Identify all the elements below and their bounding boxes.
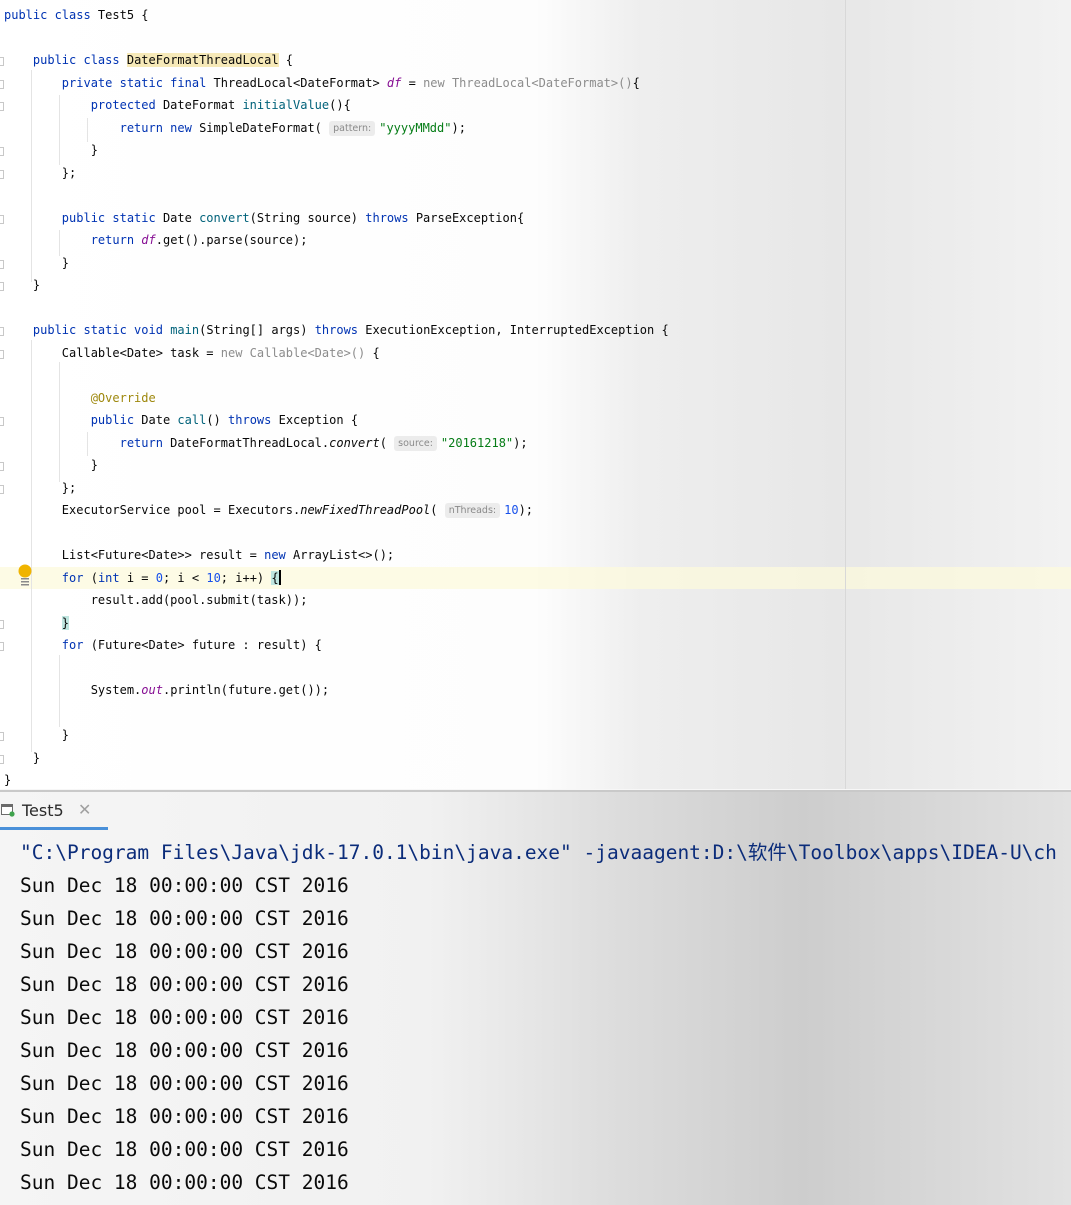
code-line[interactable]: result.add(pool.submit(task)); [4,589,308,611]
code-line[interactable]: System.out.println(future.get()); [4,679,329,701]
console-line: Sun Dec 18 00:00:00 CST 2016 [20,1039,349,1062]
run-tab[interactable]: Test5 ✕ [0,792,108,830]
code-editor[interactable]: public class Test5 { public class DateFo… [0,0,1071,789]
console-output[interactable]: "C:\Program Files\Java\jdk-17.0.1\bin\ja… [20,836,1071,1199]
code-line[interactable]: } [4,747,40,769]
code-line[interactable]: private static final ThreadLocal<DateFor… [4,72,640,94]
code-line[interactable]: public Date call() throws Exception { [4,409,358,431]
code-line[interactable]: } [4,454,98,476]
console-command-line: "C:\Program Files\Java\jdk-17.0.1\bin\ja… [20,841,1057,864]
console-line: Sun Dec 18 00:00:00 CST 2016 [20,973,349,996]
console-line: Sun Dec 18 00:00:00 CST 2016 [20,907,349,930]
code-line[interactable]: return new SimpleDateFormat( pattern: "yy… [4,117,466,139]
console-line: Sun Dec 18 00:00:00 CST 2016 [20,940,349,963]
console-line: Sun Dec 18 00:00:00 CST 2016 [20,1171,349,1194]
console-line: Sun Dec 18 00:00:00 CST 2016 [20,874,349,897]
code-line[interactable]: public class Test5 { [4,4,149,26]
run-config-icon [1,804,15,817]
code-line[interactable]: } [4,139,98,161]
code-line[interactable]: } [4,724,69,746]
code-line[interactable]: public static Date convert(String source… [4,207,524,229]
code-line[interactable]: for (int i = 0; i < 10; i++) { [4,567,281,589]
code-line[interactable]: for (Future<Date> future : result) { [4,634,322,656]
console-line: Sun Dec 18 00:00:00 CST 2016 [20,1006,349,1029]
right-margin-guide [845,0,846,789]
code-line[interactable]: Callable<Date> task = new Callable<Date>… [4,342,380,364]
run-tool-window[interactable]: Test5 ✕ "C:\Program Files\Java\jdk-17.0.… [0,790,1071,1205]
code-line[interactable]: } [4,252,69,274]
code-line[interactable]: public class DateFormatThreadLocal { [4,49,293,71]
code-line[interactable]: ExecutorService pool = Executors.newFixe… [4,499,533,521]
console-line: Sun Dec 18 00:00:00 CST 2016 [20,1072,349,1095]
code-line[interactable]: return DateFormatThreadLocal.convert( so… [4,432,528,454]
code-line[interactable]: }; [4,162,76,184]
code-line[interactable]: } [4,612,70,634]
console-line: Sun Dec 18 00:00:00 CST 2016 [20,1138,349,1161]
code-line[interactable]: public static void main(String[] args) t… [4,319,669,341]
code-line[interactable]: }; [4,477,76,499]
code-line[interactable]: } [4,769,11,789]
code-line[interactable]: List<Future<Date>> result = new ArrayLis… [4,544,394,566]
code-line[interactable]: @Override [4,387,156,409]
code-line[interactable]: return df.get().parse(source); [4,229,308,251]
close-icon[interactable]: ✕ [78,800,91,819]
code-line[interactable]: } [4,274,40,296]
console-line: Sun Dec 18 00:00:00 CST 2016 [20,1105,349,1128]
code-line[interactable]: protected DateFormat initialValue(){ [4,94,351,116]
run-tab-label: Test5 [22,801,64,820]
